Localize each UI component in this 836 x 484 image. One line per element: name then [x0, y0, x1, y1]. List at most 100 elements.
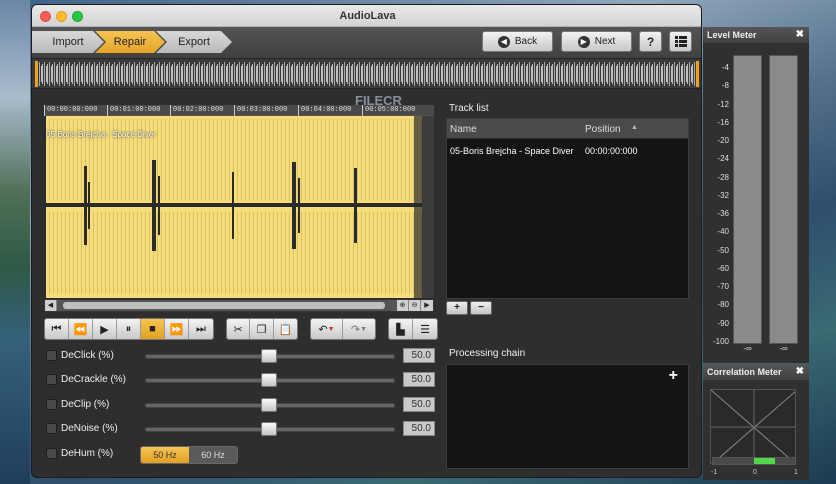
- window-title: AudioLava: [339, 10, 396, 22]
- step-export[interactable]: Export: [156, 31, 232, 53]
- denoise-checkbox[interactable]: [46, 423, 57, 434]
- correlation-label-max: 1: [794, 469, 798, 476]
- add-processor-button[interactable]: +: [669, 367, 678, 385]
- column-position-header[interactable]: Position: [585, 124, 621, 135]
- correlation-meter-panel: Correlation Meter ✖ -1 0 1: [703, 364, 809, 480]
- vertical-scrollbar[interactable]: [422, 116, 434, 298]
- play-icon[interactable]: ▶: [93, 319, 117, 339]
- scroll-left-icon[interactable]: ◀: [45, 300, 57, 311]
- goniometer-graphic: [711, 390, 795, 463]
- track-list-toggle-button[interactable]: [669, 31, 692, 52]
- level-meter-tick: -32: [717, 190, 729, 200]
- denoise-value[interactable]: 50.0: [403, 421, 435, 436]
- add-track-button[interactable]: +: [446, 301, 468, 315]
- spectrum-icon[interactable]: ▙: [389, 319, 413, 339]
- close-icon[interactable]: ✖: [796, 364, 804, 380]
- help-icon: ?: [646, 34, 655, 49]
- scroll-thumb[interactable]: [63, 302, 385, 309]
- skip-start-icon[interactable]: ⏮: [45, 319, 69, 339]
- remove-track-button[interactable]: −: [470, 301, 492, 315]
- level-meter-tick: -50: [717, 245, 729, 255]
- denoise-slider-handle[interactable]: [261, 422, 277, 436]
- level-meter-tick: -28: [717, 172, 729, 182]
- waveform-canvas[interactable]: 05-Boris Brejcha - Space Diver: [44, 116, 422, 298]
- sort-ascending-icon: ▲: [631, 124, 638, 131]
- close-icon[interactable]: ✖: [796, 27, 804, 43]
- minimize-window-button[interactable]: [56, 11, 67, 22]
- rewind-icon[interactable]: ⏪: [69, 319, 93, 339]
- declick-value[interactable]: 50.0: [403, 348, 435, 363]
- track-list-title: Track list: [449, 103, 489, 114]
- track-row-name: 05-Boris Brejcha - Space Diver: [450, 146, 574, 156]
- overview-end-marker[interactable]: [696, 61, 699, 87]
- level-meter-tick: -100: [712, 337, 729, 346]
- overview-waveform: [37, 61, 697, 87]
- next-label: Next: [594, 36, 616, 47]
- level-meter-tick: -60: [717, 263, 729, 273]
- ruler-tick: 00:01:00:000: [107, 105, 160, 116]
- declip-checkbox[interactable]: [46, 399, 57, 410]
- level-meter-title: Level Meter: [707, 30, 757, 40]
- next-icon: ▶: [577, 35, 590, 48]
- undo-icon[interactable]: ↶ ▼: [311, 319, 344, 339]
- zoom-window-button[interactable]: [72, 11, 83, 22]
- help-button[interactable]: ?: [639, 31, 662, 52]
- horizontal-scrollbar[interactable]: ◀ ⊕ ⊖ ▶: [44, 299, 434, 312]
- level-meter-tick: -40: [717, 227, 729, 237]
- copy-icon[interactable]: ❐: [250, 319, 274, 339]
- right-channel-value: -∞: [779, 344, 788, 353]
- dehum-label: DeHum (%): [61, 448, 114, 459]
- waveform-graphic: [44, 116, 422, 298]
- redo-icon[interactable]: ↷ ▼: [343, 319, 375, 339]
- transport-controls: ⏮ ⏪ ▶ ⏸ ■ ⏩ ⏭: [44, 318, 214, 340]
- pause-icon[interactable]: ⏸: [117, 319, 141, 339]
- waveform-editor[interactable]: 00:00:00:000 00:01:00:000 00:02:00:000 0…: [44, 105, 434, 299]
- column-name-header[interactable]: Name: [450, 124, 477, 135]
- declip-label: DeClip (%): [61, 399, 110, 410]
- declick-slider-handle[interactable]: [261, 349, 277, 363]
- zoom-in-icon[interactable]: ⊕: [397, 300, 409, 311]
- close-window-button[interactable]: [40, 11, 51, 22]
- level-meter-tick: -16: [717, 117, 729, 127]
- dehum-row: DeHum (%): [46, 446, 436, 462]
- processing-chain-list[interactable]: +: [446, 364, 689, 469]
- waveform-overview[interactable]: [32, 59, 701, 89]
- zoom-out-icon[interactable]: ⊖: [409, 300, 421, 311]
- main-toolbar: Import Repair Export ◀ Back ▶ Next ?: [32, 27, 701, 59]
- dehum-60hz-option[interactable]: 60 Hz: [189, 447, 237, 463]
- decrackle-row: DeCrackle (%) 50.0: [46, 372, 436, 388]
- dehum-frequency-toggle: 50 Hz 60 Hz: [140, 446, 238, 464]
- step-repair[interactable]: Repair: [95, 31, 165, 53]
- declick-row: DeClick (%) 50.0: [46, 348, 436, 364]
- skip-end-icon[interactable]: ⏭: [189, 319, 213, 339]
- declip-slider-handle[interactable]: [261, 398, 277, 412]
- declick-checkbox[interactable]: [46, 350, 57, 361]
- title-bar: AudioLava: [32, 5, 701, 27]
- table-row[interactable]: 05-Boris Brejcha - Space Diver 00:00:00:…: [447, 143, 688, 159]
- level-meter-tick: -8: [721, 81, 729, 91]
- decrackle-checkbox[interactable]: [46, 374, 57, 385]
- decrackle-slider-handle[interactable]: [261, 373, 277, 387]
- scroll-right-icon[interactable]: ▶: [421, 300, 433, 311]
- next-button[interactable]: ▶ Next: [561, 31, 632, 52]
- left-channel-meter: [733, 55, 762, 344]
- level-meter-header: Level Meter ✖: [703, 27, 809, 43]
- denoise-label: DeNoise (%): [61, 423, 118, 434]
- overview-start-marker[interactable]: [35, 61, 38, 87]
- markers-icon[interactable]: ☰: [413, 319, 437, 339]
- right-channel-meter: [769, 55, 798, 344]
- paste-icon[interactable]: 📋: [274, 319, 297, 339]
- stop-icon[interactable]: ■: [141, 319, 165, 339]
- cut-icon[interactable]: ✂: [227, 319, 251, 339]
- fast-forward-icon[interactable]: ⏩: [165, 319, 189, 339]
- track-row-position: 00:00:00:000: [585, 146, 638, 156]
- step-import[interactable]: Import: [32, 31, 104, 53]
- denoise-row: DeNoise (%) 50.0: [46, 421, 436, 437]
- declip-value[interactable]: 50.0: [403, 397, 435, 412]
- back-button[interactable]: ◀ Back: [482, 31, 553, 52]
- dehum-50hz-option[interactable]: 50 Hz: [141, 447, 189, 463]
- decrackle-value[interactable]: 50.0: [403, 372, 435, 387]
- dehum-checkbox[interactable]: [46, 448, 57, 459]
- list-icon: [674, 36, 687, 47]
- level-meter-tick: -70: [717, 282, 729, 292]
